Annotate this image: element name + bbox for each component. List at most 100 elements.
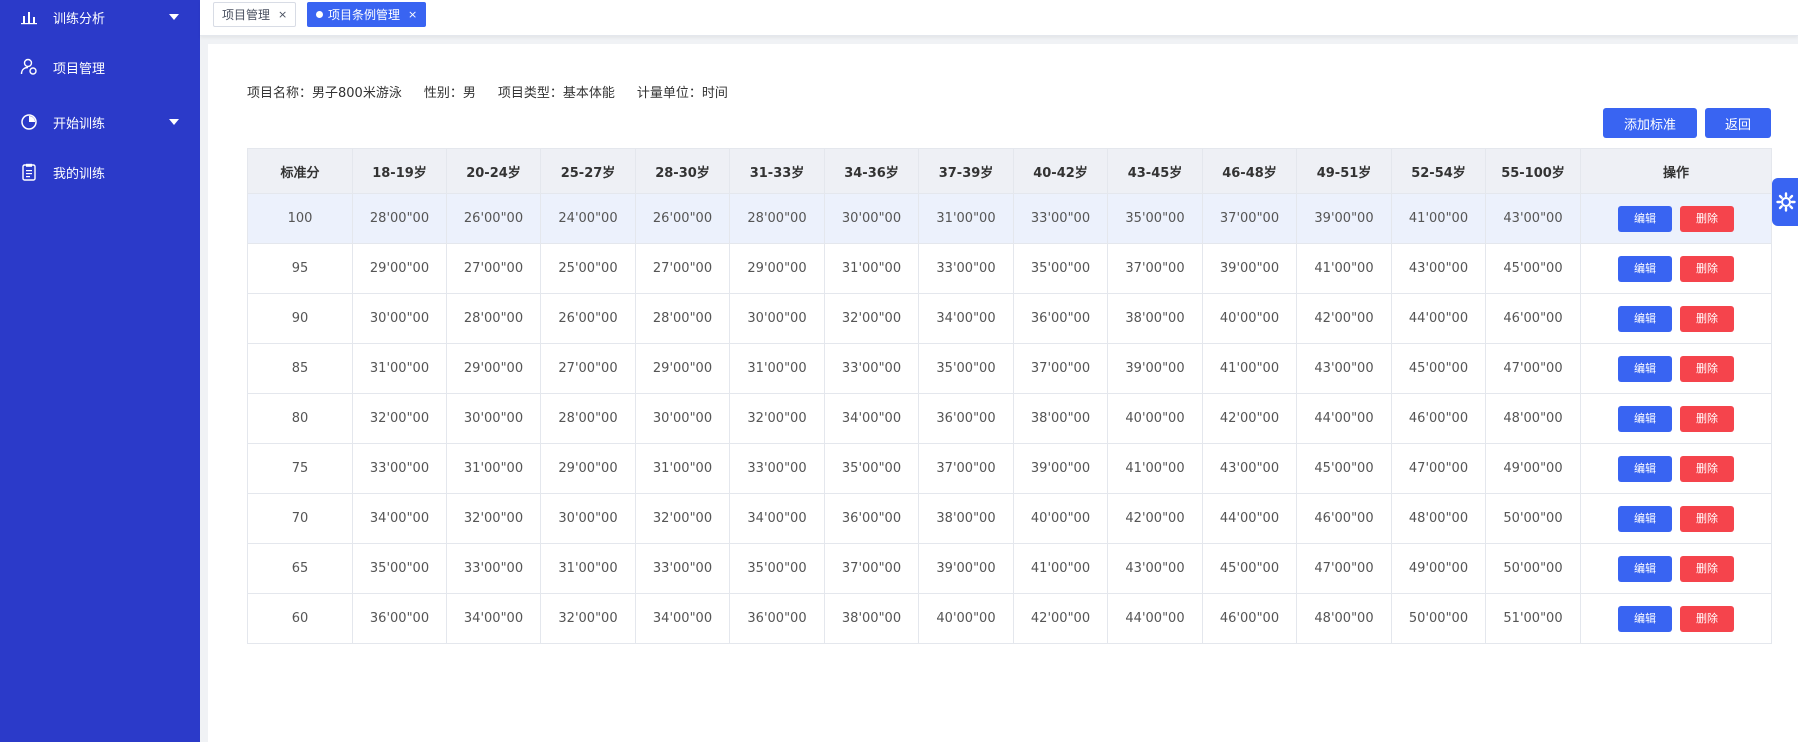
sidebar-item-label: 开始训练 [53,116,106,132]
edit-button[interactable]: 编辑 [1618,205,1672,232]
column-header: 52-54岁 [1391,148,1486,194]
table-row[interactable]: 75 33'00"00 31'00"00 29'00"00 31'00"00 33'00"… [247,443,1772,494]
time-cell: 42'00"00 [1013,593,1108,644]
time-cell: 49'00"00 [1485,443,1581,494]
column-header: 46-48岁 [1202,148,1297,194]
tab-project-rules-management[interactable]: 项目条例管理 × [307,2,427,27]
edit-button[interactable]: 编辑 [1618,505,1672,532]
time-cell: 46'00"00 [1296,493,1392,544]
edit-button[interactable]: 编辑 [1618,605,1672,632]
time-cell: 43'00"00 [1202,443,1297,494]
time-cell: 26'00"00 [635,193,730,244]
time-cell: 37'00"00 [824,543,919,594]
tab-project-management[interactable]: 项目管理 × [213,2,297,27]
time-cell: 39'00"00 [1013,443,1108,494]
delete-button[interactable]: 删除 [1680,205,1734,232]
column-header: 标准分 [247,148,353,194]
project-type: 项目类型：基本体能 [497,86,615,101]
edit-button[interactable]: 编辑 [1618,355,1672,382]
table-row[interactable]: 95 29'00"00 27'00"00 25'00"00 27'00"00 29'00"… [247,243,1772,294]
time-cell: 31'00"00 [729,343,825,394]
time-cell: 39'00"00 [1202,243,1297,294]
time-cell: 31'00"00 [824,243,919,294]
time-cell: 40'00"00 [1013,493,1108,544]
score-cell: 65 [247,543,353,594]
time-cell: 36'00"00 [1013,293,1108,344]
time-cell: 35'00"00 [1107,193,1203,244]
time-cell: 35'00"00 [1013,243,1108,294]
time-cell: 38'00"00 [1107,293,1203,344]
time-cell: 41'00"00 [1296,243,1392,294]
column-header: 操作 [1580,148,1772,194]
table-row[interactable]: 65 35'00"00 33'00"00 31'00"00 33'00"00 35'00"… [247,543,1772,594]
table-row[interactable]: 90 30'00"00 28'00"00 26'00"00 28'00"00 30'00"… [247,293,1772,344]
time-cell: 35'00"00 [918,343,1014,394]
time-cell: 40'00"00 [1202,293,1297,344]
time-cell: 37'00"00 [1202,193,1297,244]
delete-button[interactable]: 删除 [1680,405,1734,432]
standards-table: 标准分 18-19岁 20-24岁 25-27岁 28-30岁 31-33岁 34-36岁 3… [247,148,1772,644]
delete-button[interactable]: 删除 [1680,305,1734,332]
time-cell: 26'00"00 [540,293,636,344]
time-cell: 27'00"00 [446,243,541,294]
time-cell: 31'00"00 [446,443,541,494]
delete-button[interactable]: 删除 [1680,255,1734,282]
chevron-down-icon [169,14,179,20]
column-header: 31-33岁 [729,148,825,194]
time-cell: 34'00"00 [918,293,1014,344]
delete-button[interactable]: 删除 [1680,355,1734,382]
time-cell: 36'00"00 [918,393,1014,444]
time-cell: 40'00"00 [1107,393,1203,444]
edit-button[interactable]: 编辑 [1618,305,1672,332]
edit-button[interactable]: 编辑 [1618,455,1672,482]
column-header: 25-27岁 [540,148,636,194]
time-cell: 24'00"00 [540,193,636,244]
column-header: 18-19岁 [352,148,447,194]
delete-button[interactable]: 删除 [1680,455,1734,482]
project-name: 项目名称：男子800米游泳 [247,86,402,101]
close-icon[interactable]: × [408,8,417,21]
table-row[interactable]: 80 32'00"00 30'00"00 28'00"00 30'00"00 32'00"… [247,393,1772,444]
back-button[interactable]: 返回 [1705,108,1771,138]
time-cell: 35'00"00 [352,543,447,594]
time-cell: 33'00"00 [1013,193,1108,244]
edit-button[interactable]: 编辑 [1618,555,1672,582]
actions-cell: 编辑 删除 [1580,293,1772,344]
actions-cell: 编辑 删除 [1580,243,1772,294]
edit-button[interactable]: 编辑 [1618,255,1672,282]
actions-cell: 编辑 删除 [1580,593,1772,644]
edit-button[interactable]: 编辑 [1618,405,1672,432]
sidebar-item-my-training[interactable]: 我的训练 [0,152,200,192]
time-cell: 29'00"00 [352,243,447,294]
column-header: 20-24岁 [446,148,541,194]
time-cell: 38'00"00 [824,593,919,644]
time-cell: 29'00"00 [635,343,730,394]
time-cell: 45'00"00 [1485,243,1581,294]
time-cell: 48'00"00 [1296,593,1392,644]
time-cell: 32'00"00 [540,593,636,644]
delete-button[interactable]: 删除 [1680,505,1734,532]
time-cell: 29'00"00 [446,343,541,394]
table-header-row: 标准分 18-19岁 20-24岁 25-27岁 28-30岁 31-33岁 34-36岁 3… [247,148,1772,194]
time-cell: 28'00"00 [729,193,825,244]
time-cell: 44'00"00 [1391,293,1486,344]
time-cell: 33'00"00 [729,443,825,494]
settings-float-button[interactable] [1772,178,1798,226]
table-row[interactable]: 60 36'00"00 34'00"00 32'00"00 34'00"00 36'00"… [247,593,1772,644]
project-info: 项目名称：男子800米游泳 性别：男 项目类型：基本体能 计量单位：时间 [247,82,728,101]
time-cell: 40'00"00 [918,593,1014,644]
delete-button[interactable]: 删除 [1680,605,1734,632]
close-icon[interactable]: × [278,8,287,21]
table-row[interactable]: 85 31'00"00 29'00"00 27'00"00 29'00"00 31'00"… [247,343,1772,394]
table-row[interactable]: 100 28'00"00 26'00"00 24'00"00 26'00"00 28'00… [247,193,1772,244]
time-cell: 31'00"00 [540,543,636,594]
time-cell: 44'00"00 [1296,393,1392,444]
table-row[interactable]: 70 34'00"00 32'00"00 30'00"00 32'00"00 34'00"… [247,493,1772,544]
time-cell: 36'00"00 [352,593,447,644]
sidebar-item-training-analysis[interactable]: 训练分析 [0,0,200,37]
add-standard-button[interactable]: 添加标准 [1603,108,1697,138]
sidebar-item-start-training[interactable]: 开始训练 [0,102,200,142]
delete-button[interactable]: 删除 [1680,555,1734,582]
time-cell: 26'00"00 [446,193,541,244]
sidebar-item-project-management[interactable]: 项目管理 [0,47,200,87]
